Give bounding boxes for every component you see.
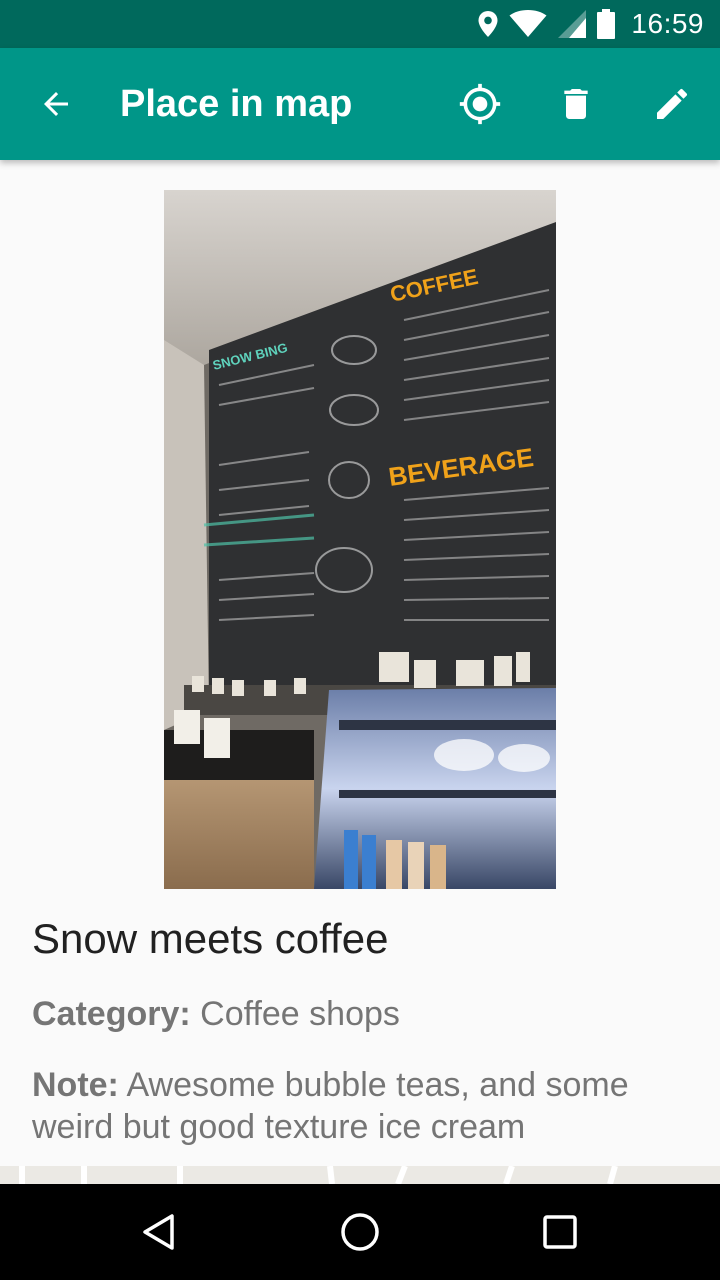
note-label: Note: bbox=[32, 1066, 119, 1104]
navigation-bar bbox=[0, 1184, 720, 1280]
status-icons: 16:59 bbox=[477, 0, 704, 48]
location-icon bbox=[478, 11, 498, 37]
nav-recents-button[interactable] bbox=[530, 1202, 590, 1262]
place-category: Category: Coffee shops bbox=[32, 995, 400, 1034]
coffee-shop-photo: SNOW BING COFFEE BEVERAGE bbox=[164, 190, 556, 889]
back-button[interactable] bbox=[28, 76, 84, 132]
battery-icon bbox=[597, 9, 616, 39]
place-photo[interactable]: SNOW BING COFFEE BEVERAGE bbox=[164, 190, 556, 889]
signal-icon bbox=[558, 10, 587, 38]
map-fragment bbox=[0, 1166, 720, 1184]
category-label: Category: bbox=[32, 995, 191, 1033]
nav-recents-icon bbox=[543, 1215, 577, 1249]
nav-home-icon bbox=[341, 1213, 379, 1251]
place-name: Snow meets coffee bbox=[32, 915, 389, 962]
app-bar: Place in map bbox=[0, 48, 720, 160]
back-arrow-icon bbox=[44, 92, 68, 116]
status-bar: 16:59 bbox=[0, 0, 720, 48]
place-note: Note: Awesome bubble teas, and some weir… bbox=[32, 1064, 682, 1148]
page-title: Place in map bbox=[120, 83, 353, 125]
status-time: 16:59 bbox=[631, 8, 704, 39]
note-value: Awesome bubble teas, and some weird but … bbox=[32, 1066, 629, 1146]
my-location-button[interactable] bbox=[452, 76, 508, 132]
my-location-icon bbox=[459, 83, 501, 125]
edit-button[interactable] bbox=[644, 76, 700, 132]
category-value: Coffee shops bbox=[200, 995, 400, 1033]
edit-icon bbox=[657, 88, 688, 119]
wifi-icon bbox=[509, 10, 547, 37]
nav-back-button[interactable] bbox=[130, 1202, 190, 1262]
delete-button[interactable] bbox=[548, 76, 604, 132]
delete-icon bbox=[564, 89, 588, 119]
nav-back-icon bbox=[143, 1214, 174, 1250]
map-peek[interactable] bbox=[0, 1166, 720, 1184]
place-details: SNOW BING COFFEE BEVERAGE Snow meets cof… bbox=[0, 160, 720, 1166]
nav-home-button[interactable] bbox=[330, 1202, 390, 1262]
